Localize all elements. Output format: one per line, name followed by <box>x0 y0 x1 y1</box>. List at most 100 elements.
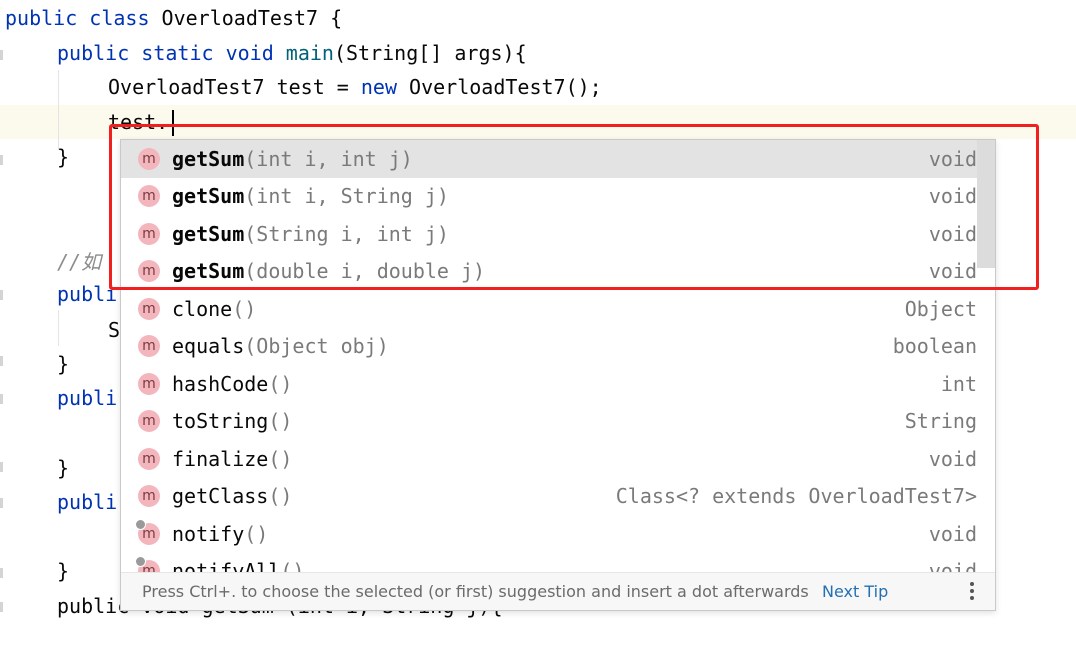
code-line-new-instance[interactable]: OverloadTest7 test = new OverloadTest7()… <box>108 69 602 106</box>
fold-marker[interactable] <box>0 394 3 404</box>
keyword: new <box>360 75 397 99</box>
code-line-current[interactable]: test. <box>108 104 168 141</box>
method-icon: m <box>138 260 160 283</box>
completion-return-type: void <box>928 521 977 546</box>
code-line-class-decl[interactable]: public class OverloadTest7 { <box>5 0 342 37</box>
fold-marker[interactable] <box>0 155 3 165</box>
completion-return-type: void <box>928 221 977 246</box>
keyword: publi <box>57 282 118 306</box>
code-line-method-decl[interactable]: publi <box>57 380 117 417</box>
code-line-brace[interactable]: } <box>57 346 69 383</box>
code-line-main-decl[interactable]: public static void main(String[] args){ <box>57 35 527 72</box>
completion-method-name: getClass <box>172 484 269 509</box>
fold-marker[interactable] <box>0 602 3 612</box>
completion-item[interactable]: m equals (Object obj) boolean <box>121 328 977 366</box>
code-line-brace[interactable]: } <box>57 450 69 487</box>
completion-method-params: (Object obj) <box>244 334 389 359</box>
completion-return-type: boolean <box>892 334 977 359</box>
completion-item[interactable]: m toString() String <box>121 403 977 441</box>
text-caret <box>172 110 174 136</box>
method-icon: m <box>138 147 160 170</box>
completion-method-params: () <box>244 521 269 546</box>
completion-return-type: int <box>940 371 977 396</box>
code-line-method-decl[interactable]: publi <box>57 276 117 313</box>
completion-method-params: () <box>268 484 293 509</box>
footer-hint: Press Ctrl+. to choose the selected (or … <box>142 582 809 601</box>
fold-marker[interactable] <box>0 568 3 578</box>
method-icon: m <box>138 372 160 395</box>
completion-method-params: (double i, double j) <box>244 259 486 284</box>
completion-item[interactable]: m getSum (String i, int j) void <box>121 215 977 253</box>
completion-method-params: () <box>268 446 293 471</box>
completion-method-params: () <box>268 409 293 434</box>
code-line-brace[interactable]: } <box>57 553 69 590</box>
fold-marker[interactable] <box>0 50 3 60</box>
code-line-statement[interactable]: S <box>108 312 120 349</box>
completion-return-type: void <box>928 259 977 284</box>
completion-item[interactable]: m notify() void <box>121 515 977 553</box>
completion-item[interactable]: m getSum (int i, int j) void <box>121 140 977 178</box>
completion-method-name: notify <box>172 521 245 546</box>
fold-marker[interactable] <box>0 462 3 472</box>
completion-item[interactable]: m finalize() void <box>121 440 977 478</box>
class-name: OverloadTest7 <box>161 6 319 30</box>
completion-method-name: notifyAll <box>172 559 281 572</box>
completion-method-params: () <box>268 371 293 396</box>
fold-marker[interactable] <box>0 498 3 508</box>
fold-marker[interactable] <box>0 356 3 366</box>
code-text: (String[] args){ <box>333 41 527 65</box>
method-icon: m <box>138 297 160 320</box>
indent-guide <box>58 70 59 150</box>
fold-marker[interactable] <box>0 290 3 300</box>
completion-return-type: void <box>928 446 977 471</box>
indent-guide <box>58 310 59 346</box>
completion-method-params: (int i, String j) <box>244 184 449 209</box>
completion-return-type: Class<? extends OverloadTest7> <box>615 484 977 509</box>
completion-method-params: (String i, int j) <box>244 221 449 246</box>
completion-popup[interactable]: m getSum (int i, int j) void m getSum (int i, … <box>120 139 996 611</box>
code-text: OverloadTest7(); <box>397 75 602 99</box>
code-text: { <box>318 6 343 30</box>
method-icon: m <box>135 518 160 545</box>
method-icon: m <box>138 185 160 208</box>
keyword: publi <box>57 490 118 514</box>
completion-method-params: () <box>232 296 257 321</box>
completion-item[interactable]: m clone() Object <box>121 290 977 328</box>
completion-item[interactable]: m hashCode() int <box>121 365 977 403</box>
completion-return-type: void <box>928 559 977 572</box>
completion-item[interactable]: m getSum (double i, double j) void <box>121 253 977 291</box>
completion-scrollbar[interactable] <box>977 140 995 572</box>
method-icon: m <box>135 556 160 572</box>
keyword: public static void <box>57 41 286 65</box>
completion-method-name: getSum <box>172 259 245 284</box>
completion-method-name: hashCode <box>172 371 269 396</box>
method-icon: m <box>138 222 160 245</box>
completion-method-params: (int i, int j) <box>244 146 413 171</box>
completion-method-params: () <box>280 559 305 572</box>
completion-method-name: toString <box>172 409 269 434</box>
method-icon: m <box>138 410 160 433</box>
completion-item[interactable]: m notifyAll() void <box>121 553 977 572</box>
completion-method-name: clone <box>172 296 233 321</box>
next-tip-link[interactable]: Next Tip <box>822 573 888 610</box>
completion-method-name: equals <box>172 334 245 359</box>
completion-list[interactable]: m getSum (int i, int j) void m getSum (int i, … <box>121 140 977 572</box>
code-line-method-decl[interactable]: publi <box>57 484 117 521</box>
completion-method-name: finalize <box>172 446 269 471</box>
code-text: OverloadTest7 test = <box>108 75 361 99</box>
completion-method-name: getSum <box>172 221 245 246</box>
completion-return-type: Object <box>904 296 977 321</box>
code-line-brace[interactable]: } <box>57 139 69 176</box>
scrollbar-thumb[interactable] <box>977 140 995 268</box>
keyword: public class <box>5 6 162 30</box>
completion-return-type: String <box>904 409 977 434</box>
completion-return-type: void <box>928 184 977 209</box>
method-icon: m <box>138 335 160 358</box>
completion-item[interactable]: m getClass() Class<? extends OverloadTest7… <box>121 478 977 516</box>
completion-item[interactable]: m getSum (int i, String j) void <box>121 178 977 216</box>
more-options-icon[interactable] <box>969 582 975 604</box>
method-name: main <box>285 41 334 65</box>
method-icon: m <box>138 447 160 470</box>
completion-footer: Press Ctrl+. to choose the selected (or … <box>121 572 995 610</box>
completion-method-name: getSum <box>172 146 245 171</box>
